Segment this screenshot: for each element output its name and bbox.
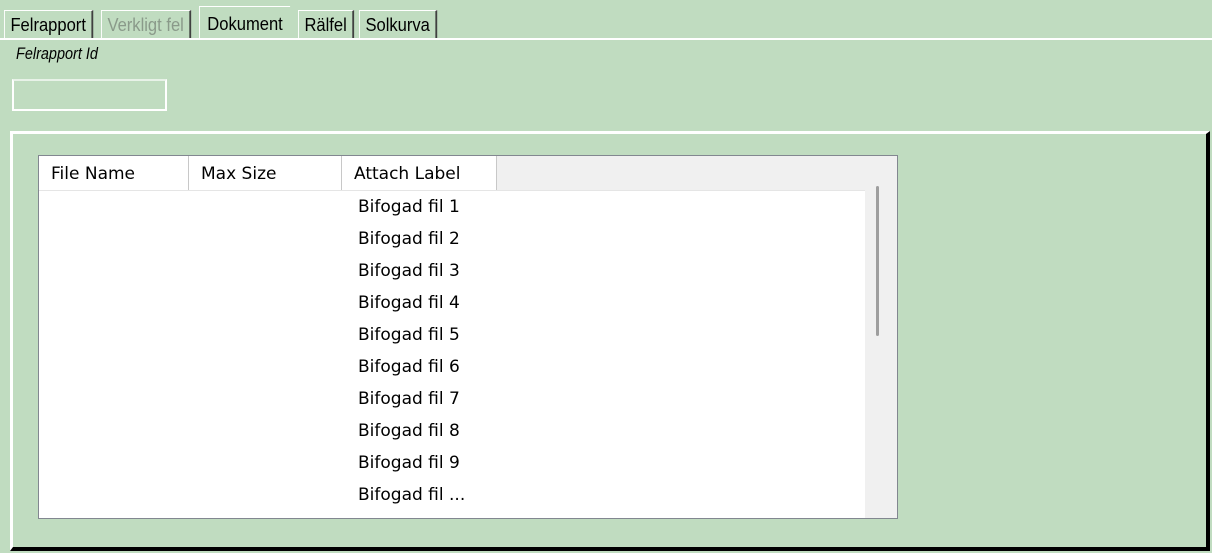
max-size-cell <box>189 223 342 255</box>
max-size-cell <box>189 287 342 319</box>
felrapport-id-input[interactable] <box>12 79 167 111</box>
attach-label-cell: Bifogad fil 5 <box>358 325 460 345</box>
attach-label-cell: Bifogad fil 8 <box>358 421 460 441</box>
attach-label-cell: Bifogad fil 3 <box>358 261 460 281</box>
tab-dokument[interactable]: Dokument <box>199 6 291 40</box>
max-size-cell <box>189 383 342 415</box>
list-item[interactable]: Bifogad fil 9 <box>39 447 865 479</box>
file-name-cell <box>39 191 189 223</box>
max-size-cell <box>189 319 342 351</box>
list-item[interactable]: Bifogad fil 6 <box>39 351 865 383</box>
file-name-cell <box>39 287 189 319</box>
list-body: Bifogad fil 1 Bifogad fil 2 Bifogad fil … <box>39 191 865 511</box>
max-size-cell <box>189 447 342 479</box>
attach-label-cell: Bifogad fil ... <box>358 485 466 505</box>
column-header-attach-label[interactable]: Attach Label <box>342 156 497 190</box>
attach-label-cell: Bifogad fil 9 <box>358 453 460 473</box>
max-size-cell <box>189 255 342 287</box>
file-name-cell <box>39 447 189 479</box>
tab-solkurva[interactable]: Solkurva <box>359 10 438 40</box>
max-size-cell <box>189 351 342 383</box>
file-name-cell <box>39 255 189 287</box>
column-header-max-size[interactable]: Max Size <box>189 156 342 190</box>
list-item[interactable]: Bifogad fil 5 <box>39 319 865 351</box>
list-item[interactable]: Bifogad fil 3 <box>39 255 865 287</box>
felrapport-id-label: Felrapport Id <box>16 44 98 63</box>
tab-strip: Felrapport Verkligt fel Dokument Rälfel … <box>4 6 444 40</box>
column-header-filler <box>497 156 865 190</box>
file-name-cell <box>39 223 189 255</box>
vertical-scrollbar[interactable] <box>865 156 897 518</box>
attach-label-cell: Bifogad fil 7 <box>358 389 460 409</box>
tab-divider <box>0 38 1212 40</box>
file-name-cell <box>39 351 189 383</box>
tab-felrapport[interactable]: Felrapport <box>4 10 94 40</box>
tab-ralfel[interactable]: Rälfel <box>298 10 355 40</box>
attach-label-cell: Bifogad fil 1 <box>358 197 460 217</box>
attach-label-cell: Bifogad fil 4 <box>358 293 460 313</box>
list-item[interactable]: Bifogad fil 7 <box>39 383 865 415</box>
file-name-cell <box>39 479 189 511</box>
list-item[interactable]: Bifogad fil 2 <box>39 223 865 255</box>
attach-label-cell: Bifogad fil 2 <box>358 229 460 249</box>
column-header-file-name[interactable]: File Name <box>39 156 189 190</box>
list-item[interactable]: Bifogad fil 4 <box>39 287 865 319</box>
max-size-cell <box>189 191 342 223</box>
file-name-cell <box>39 383 189 415</box>
max-size-cell <box>189 415 342 447</box>
attachment-list[interactable]: File Name Max Size Attach Label Bifogad … <box>38 155 898 519</box>
attach-label-cell: Bifogad fil 6 <box>358 357 460 377</box>
list-header: File Name Max Size Attach Label <box>39 156 865 191</box>
list-item[interactable]: Bifogad fil ... <box>39 479 865 511</box>
file-name-cell <box>39 415 189 447</box>
tab-verkligt-fel: Verkligt fel <box>101 10 192 40</box>
scroll-thumb[interactable] <box>876 186 879 336</box>
list-item[interactable]: Bifogad fil 1 <box>39 191 865 223</box>
list-item[interactable]: Bifogad fil 8 <box>39 415 865 447</box>
file-name-cell <box>39 319 189 351</box>
max-size-cell <box>189 479 342 511</box>
